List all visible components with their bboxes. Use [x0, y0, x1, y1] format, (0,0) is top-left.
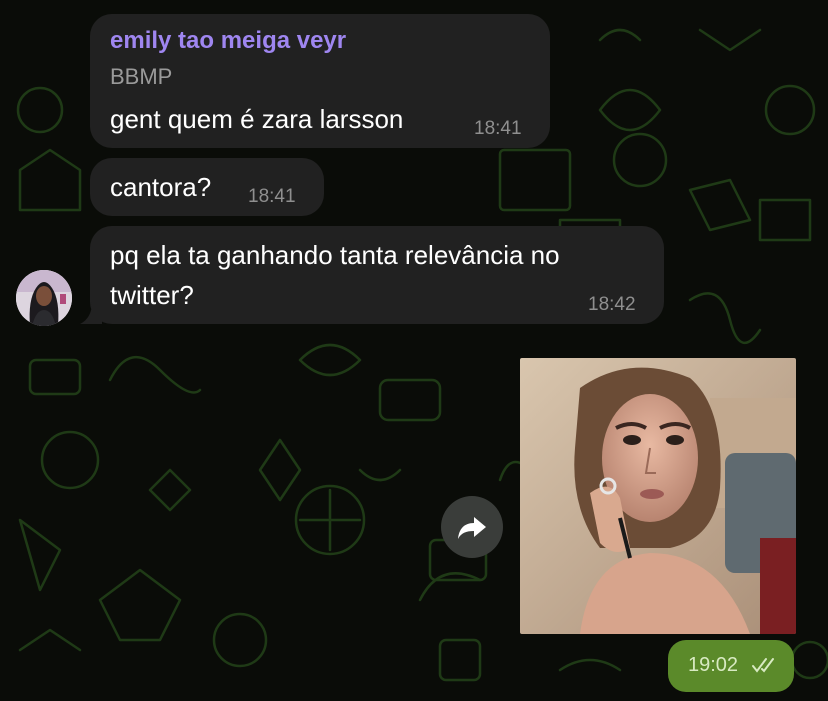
- message-time: 19:02: [688, 654, 739, 676]
- message-time: 18:42: [588, 294, 636, 315]
- message-text: gent quem é zara larsson: [110, 104, 404, 134]
- avatar[interactable]: [16, 270, 72, 326]
- sender-subtitle: BBMP: [110, 64, 173, 89]
- message-time: 18:41: [248, 186, 296, 207]
- share-arrow-icon: [458, 517, 486, 539]
- photo-image: [520, 358, 796, 634]
- message-time: 18:41: [474, 118, 522, 139]
- avatar-photo: [16, 270, 72, 326]
- message-bubble[interactable]: emily tao meiga veyr BBMP gent quem é za…: [90, 14, 550, 148]
- sender-name[interactable]: emily tao meiga veyr: [110, 27, 346, 55]
- message-text-line-2: twitter?: [110, 280, 194, 310]
- message-bubble[interactable]: cantora? 18:41: [90, 158, 324, 216]
- share-button[interactable]: [441, 496, 503, 558]
- photo-message[interactable]: [520, 358, 796, 634]
- outgoing-message-status: 19:02: [668, 640, 794, 692]
- message-text-line-1: pq ela ta ganhando tanta relevância no: [110, 240, 560, 270]
- message-text: cantora?: [110, 172, 212, 202]
- double-check-icon: [752, 658, 774, 673]
- message-bubble[interactable]: pq ela ta ganhando tanta relevância no t…: [90, 226, 664, 324]
- bubble-tail: [80, 302, 102, 324]
